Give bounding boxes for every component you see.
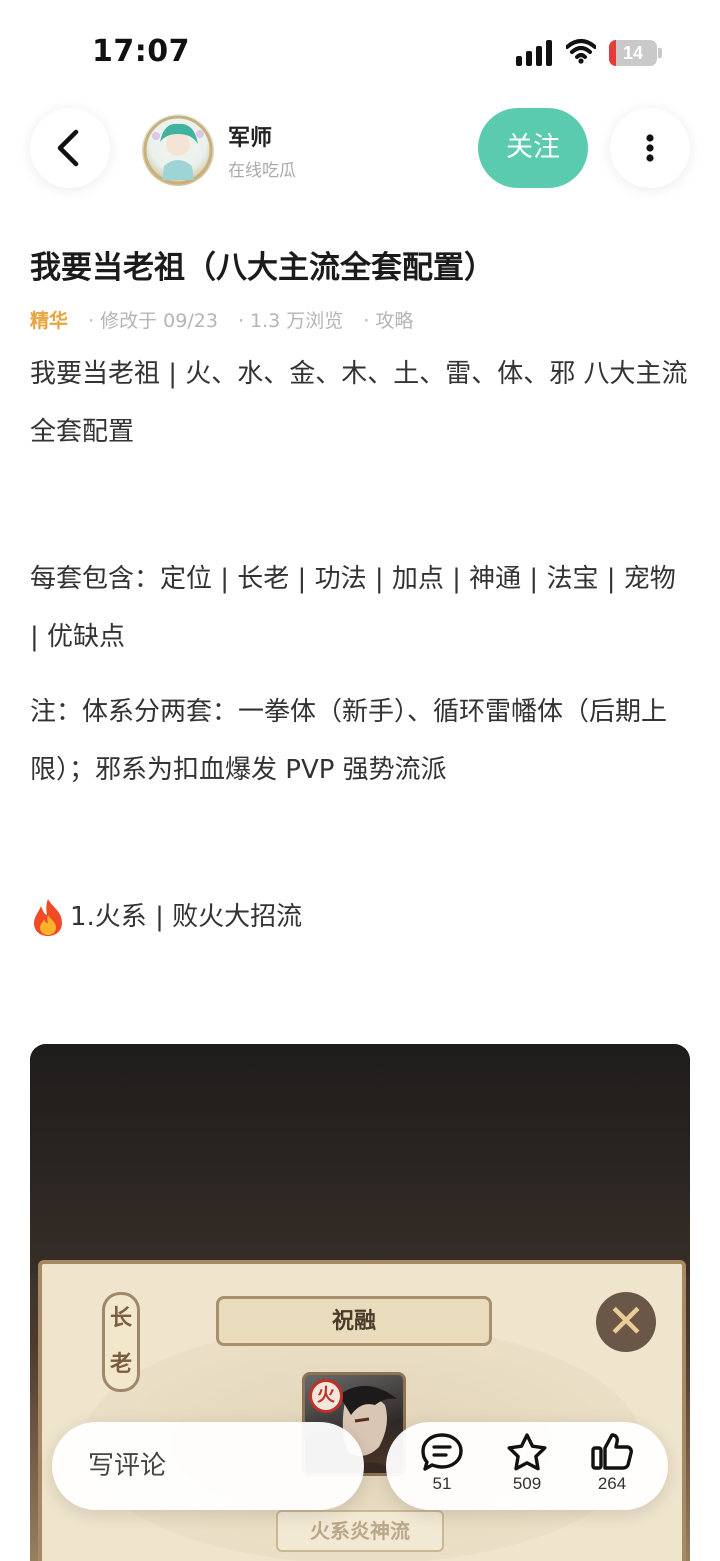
author-name[interactable]: 军师 xyxy=(228,120,272,152)
elder-side-tag: 长老 xyxy=(102,1292,140,1392)
comment-count: 51 xyxy=(432,1474,452,1493)
author-subtitle: 在线吃瓜 xyxy=(228,161,296,181)
thumbs-up-icon xyxy=(591,1433,633,1470)
signal-icon xyxy=(516,40,554,66)
school-label: 火系炎神流 xyxy=(276,1510,444,1552)
paragraph-intro: 我要当老祖 | 火、水、金、木、土、雷、体、邪 八大主流全套配置 xyxy=(30,359,688,447)
battery-level: 14 xyxy=(622,43,644,63)
back-button[interactable] xyxy=(30,108,110,188)
comment-placeholder: 写评论 xyxy=(88,1451,167,1481)
image-blur-background xyxy=(30,1044,690,1274)
post-meta: 精华 · 修改于 09/23 · 1.3 万浏览 · 攻略 xyxy=(30,306,413,333)
close-icon: ✕ xyxy=(596,1292,656,1352)
battery-icon: 14 xyxy=(609,40,657,66)
section-heading-text: 1.火系 | 败火大招流 xyxy=(70,902,303,932)
paragraph-note: 注：体系分两套：一拳体（新手）、循环雷幡体（后期上限）；邪系为扣血爆发 PVP … xyxy=(30,697,668,785)
wifi-icon xyxy=(565,38,597,64)
more-vertical-icon xyxy=(646,134,654,162)
comment-input[interactable]: 写评论 xyxy=(52,1422,364,1510)
chevron-left-icon xyxy=(57,129,79,167)
avatar[interactable] xyxy=(142,114,214,186)
post-header: 军师 在线吃瓜 关注 xyxy=(0,100,720,200)
like-count: 264 xyxy=(597,1474,627,1493)
meta-separator: · xyxy=(88,310,95,332)
favorite-count: 509 xyxy=(512,1474,542,1493)
view-count: 1.3 万浏览 xyxy=(250,310,344,332)
favorite-button[interactable]: 509 xyxy=(487,1432,567,1506)
post-category[interactable]: 攻略 xyxy=(375,310,413,332)
comment-icon xyxy=(421,1433,463,1471)
like-button[interactable]: 264 xyxy=(572,1432,652,1506)
comment-button[interactable]: 51 xyxy=(402,1432,482,1506)
featured-tag: 精华 xyxy=(30,310,69,332)
star-icon xyxy=(507,1433,547,1471)
section-heading: 1.火系 | 败火大招流 xyxy=(30,888,690,946)
meta-separator: · xyxy=(237,310,244,332)
follow-button[interactable]: 关注 xyxy=(478,108,588,188)
action-bar: 51 509 264 xyxy=(386,1422,668,1510)
elder-name-banner: 祝融 xyxy=(216,1296,492,1346)
fire-element-badge: 火 xyxy=(309,1379,343,1413)
more-button[interactable] xyxy=(610,108,690,188)
paragraph-contents: 每套包含：定位 | 长老 | 功法 | 加点 | 神通 | 法宝 | 宠物 | … xyxy=(30,564,676,652)
battery-cap xyxy=(658,48,662,58)
status-bar: 17:07 14 xyxy=(0,0,720,100)
modified-date: 修改于 09/23 xyxy=(100,310,218,332)
fire-icon xyxy=(30,897,66,937)
post-title: 我要当老祖（八大主流全套配置） xyxy=(30,250,495,286)
status-time: 17:07 xyxy=(92,34,190,69)
meta-separator: · xyxy=(363,310,370,332)
